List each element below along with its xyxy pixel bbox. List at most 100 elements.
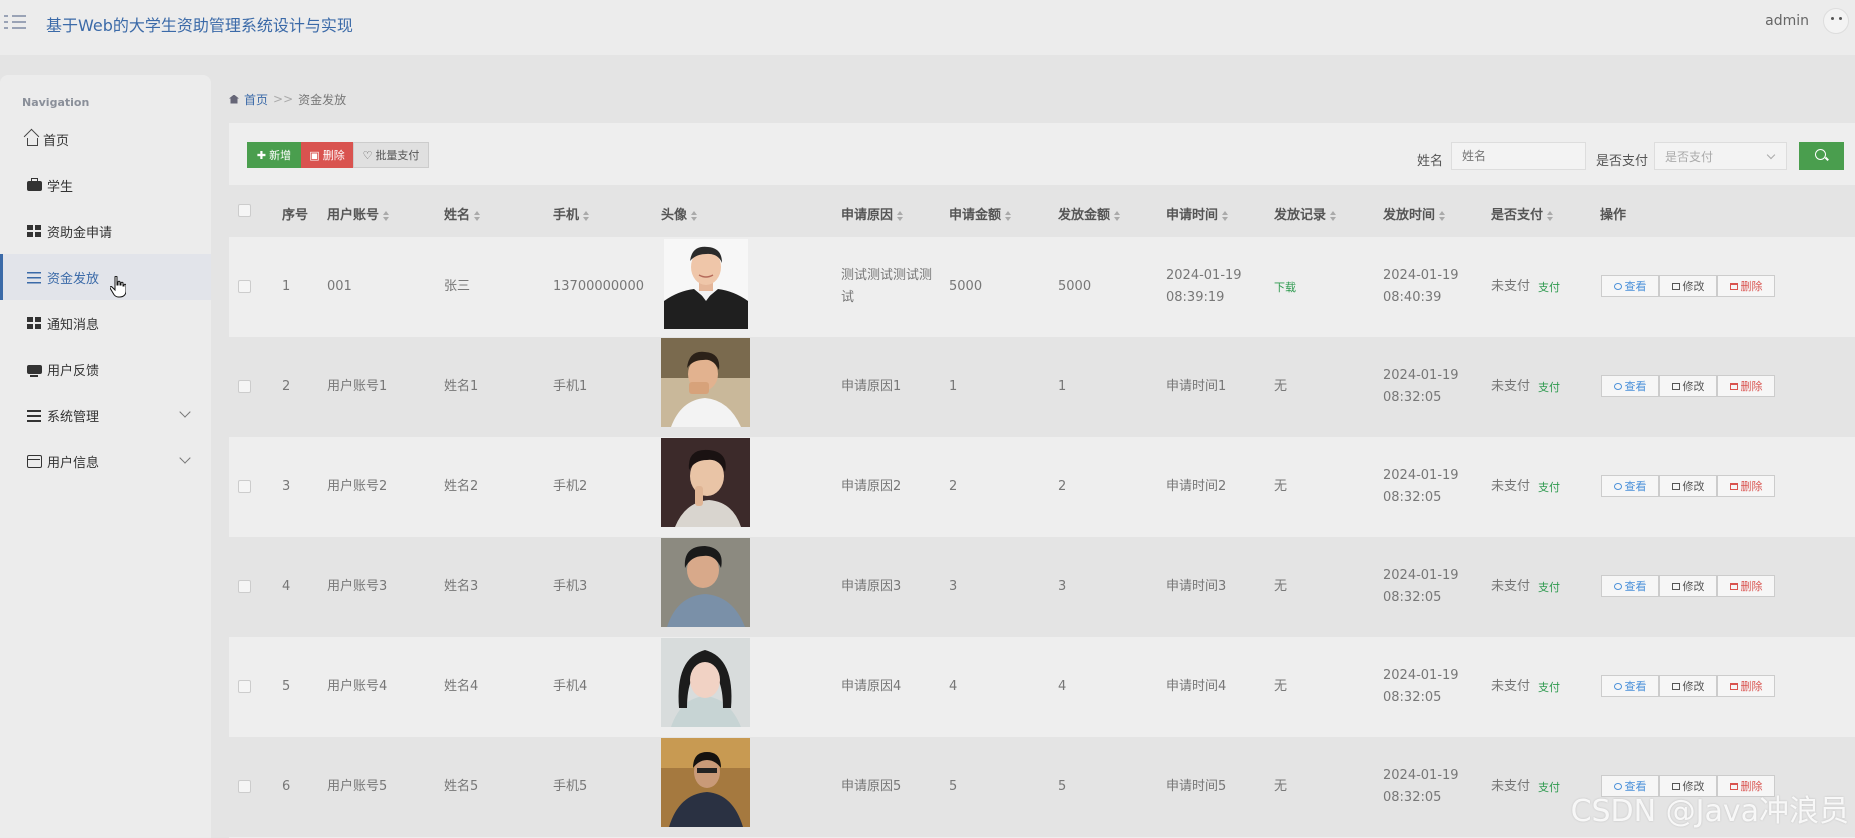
row-checkbox[interactable]: [238, 380, 251, 393]
sort-icon[interactable]: [1222, 210, 1229, 221]
column-header[interactable]: 姓名: [444, 204, 481, 223]
sidebar-item-fund-disbursement[interactable]: 资金发放: [0, 254, 211, 300]
view-button[interactable]: 查看: [1601, 575, 1659, 597]
sidebar-item-user-info[interactable]: 用户信息: [0, 438, 211, 484]
column-header[interactable]: 申请原因: [841, 204, 904, 223]
row-checkbox[interactable]: [238, 280, 251, 293]
cell-account: 用户账号5: [327, 779, 388, 794]
delete-row-button[interactable]: 删除: [1717, 675, 1775, 697]
avatar-image[interactable]: [661, 638, 750, 727]
edit-button[interactable]: 修改: [1659, 575, 1717, 597]
sidebar-item-aid-application[interactable]: 资助金申请: [0, 208, 211, 254]
view-button[interactable]: 查看: [1601, 375, 1659, 397]
delete-button[interactable]: ▣ 删除: [301, 142, 353, 168]
user-name[interactable]: admin: [1765, 13, 1809, 29]
delete-row-button[interactable]: 删除: [1717, 475, 1775, 497]
avatar-image[interactable]: [661, 738, 750, 827]
table-header: 序号 用户账号 姓名 手机 头像 申请原因 申请金额 发放金额 申请时间 发放记…: [229, 185, 1855, 237]
row-checkbox[interactable]: [238, 780, 251, 793]
column-header[interactable]: 发放时间: [1383, 204, 1446, 223]
column-header[interactable]: 手机: [553, 204, 590, 223]
sort-icon[interactable]: [897, 210, 904, 221]
pay-link[interactable]: 支付: [1538, 577, 1560, 599]
grid-icon: [27, 316, 42, 330]
sidebar-item-system-management[interactable]: 系统管理: [0, 392, 211, 438]
view-button[interactable]: 查看: [1601, 475, 1659, 497]
name-search-input[interactable]: [1451, 142, 1586, 170]
cell-phone: 手机3: [553, 579, 588, 594]
column-header[interactable]: 发放记录: [1274, 204, 1337, 223]
breadcrumb-home[interactable]: 首页: [244, 91, 268, 108]
add-button[interactable]: ✚ 新增: [247, 142, 301, 168]
pay-link[interactable]: 支付: [1538, 777, 1560, 799]
pay-link[interactable]: 支付: [1538, 477, 1560, 499]
avatar-image[interactable]: [664, 239, 748, 329]
sort-icon[interactable]: [1114, 210, 1121, 221]
cell-index: 3: [282, 479, 291, 494]
column-header: 序号: [282, 208, 309, 223]
edit-button[interactable]: 修改: [1659, 375, 1717, 397]
sort-icon[interactable]: [1005, 210, 1012, 221]
cell-index: 4: [282, 579, 291, 594]
avatar-image[interactable]: [661, 538, 750, 627]
column-header[interactable]: 用户账号: [327, 204, 390, 223]
row-checkbox[interactable]: [238, 480, 251, 493]
sort-icon[interactable]: [1439, 210, 1446, 221]
download-link[interactable]: 下载: [1274, 277, 1296, 299]
sidebar-item-students[interactable]: 学生: [0, 162, 211, 208]
edit-button[interactable]: 修改: [1659, 475, 1717, 497]
sort-icon[interactable]: [583, 210, 590, 221]
sidebar-item-feedback[interactable]: 用户反馈: [0, 346, 211, 392]
eye-icon: [1613, 582, 1622, 590]
column-header[interactable]: 头像: [661, 204, 698, 223]
eye-icon: [1613, 282, 1622, 290]
search-button[interactable]: [1799, 142, 1844, 170]
pay-link[interactable]: 支付: [1538, 277, 1560, 299]
edit-icon: [1671, 382, 1680, 390]
delete-row-button[interactable]: 删除: [1717, 375, 1775, 397]
delete-row-button[interactable]: 删除: [1717, 275, 1775, 297]
edit-button[interactable]: 修改: [1659, 275, 1717, 297]
sliders-icon: [27, 270, 42, 284]
avatar-image[interactable]: [661, 338, 750, 427]
edit-button-label: 修改: [1682, 380, 1705, 393]
row-checkbox[interactable]: [238, 580, 251, 593]
sort-icon[interactable]: [1547, 210, 1554, 221]
cell-record: 无: [1274, 379, 1288, 394]
sidebar-item-notifications[interactable]: 通知消息: [0, 300, 211, 346]
view-button[interactable]: 查看: [1601, 275, 1659, 297]
sort-icon[interactable]: [1330, 210, 1337, 221]
row-checkbox[interactable]: [238, 680, 251, 693]
column-header[interactable]: 申请金额: [949, 204, 1012, 223]
view-button[interactable]: 查看: [1601, 675, 1659, 697]
delete-row-button-label: 删除: [1740, 380, 1763, 393]
sidebar-item-home[interactable]: 首页: [0, 116, 211, 162]
edit-icon: [1671, 282, 1680, 290]
cell-issue-amount: 3: [1058, 579, 1067, 594]
sort-icon[interactable]: [383, 210, 390, 221]
edit-button[interactable]: 修改: [1659, 675, 1717, 697]
cell-issue-amount: 5000: [1058, 279, 1092, 294]
menu-toggle-icon[interactable]: [4, 13, 26, 31]
avatar-image[interactable]: [661, 438, 750, 527]
pay-link[interactable]: 支付: [1538, 677, 1560, 699]
batch-pay-button[interactable]: ♡ 批量支付: [353, 142, 429, 168]
column-header[interactable]: 是否支付: [1491, 204, 1554, 223]
column-header-label: 头像: [661, 208, 688, 223]
cell-issue-time: 2024-01-19 08:32:05: [1383, 768, 1459, 805]
column-header[interactable]: 申请时间: [1166, 204, 1229, 223]
delete-row-button[interactable]: 删除: [1717, 575, 1775, 597]
paid-filter-select[interactable]: 是否支付: [1654, 142, 1787, 170]
trash-icon: [1729, 382, 1738, 390]
column-header: 操作: [1600, 208, 1627, 223]
sort-icon[interactable]: [474, 210, 481, 221]
user-avatar[interactable]: [1823, 8, 1849, 34]
sort-icon[interactable]: [691, 210, 698, 221]
pay-link[interactable]: 支付: [1538, 377, 1560, 399]
cursor-hand-icon: [110, 276, 126, 298]
paid-filter-placeholder: 是否支付: [1665, 149, 1714, 164]
edit-button-label: 修改: [1682, 680, 1705, 693]
select-all-checkbox[interactable]: [238, 204, 251, 217]
column-header[interactable]: 发放金额: [1058, 204, 1121, 223]
cell-issue-amount: 1: [1058, 379, 1067, 394]
